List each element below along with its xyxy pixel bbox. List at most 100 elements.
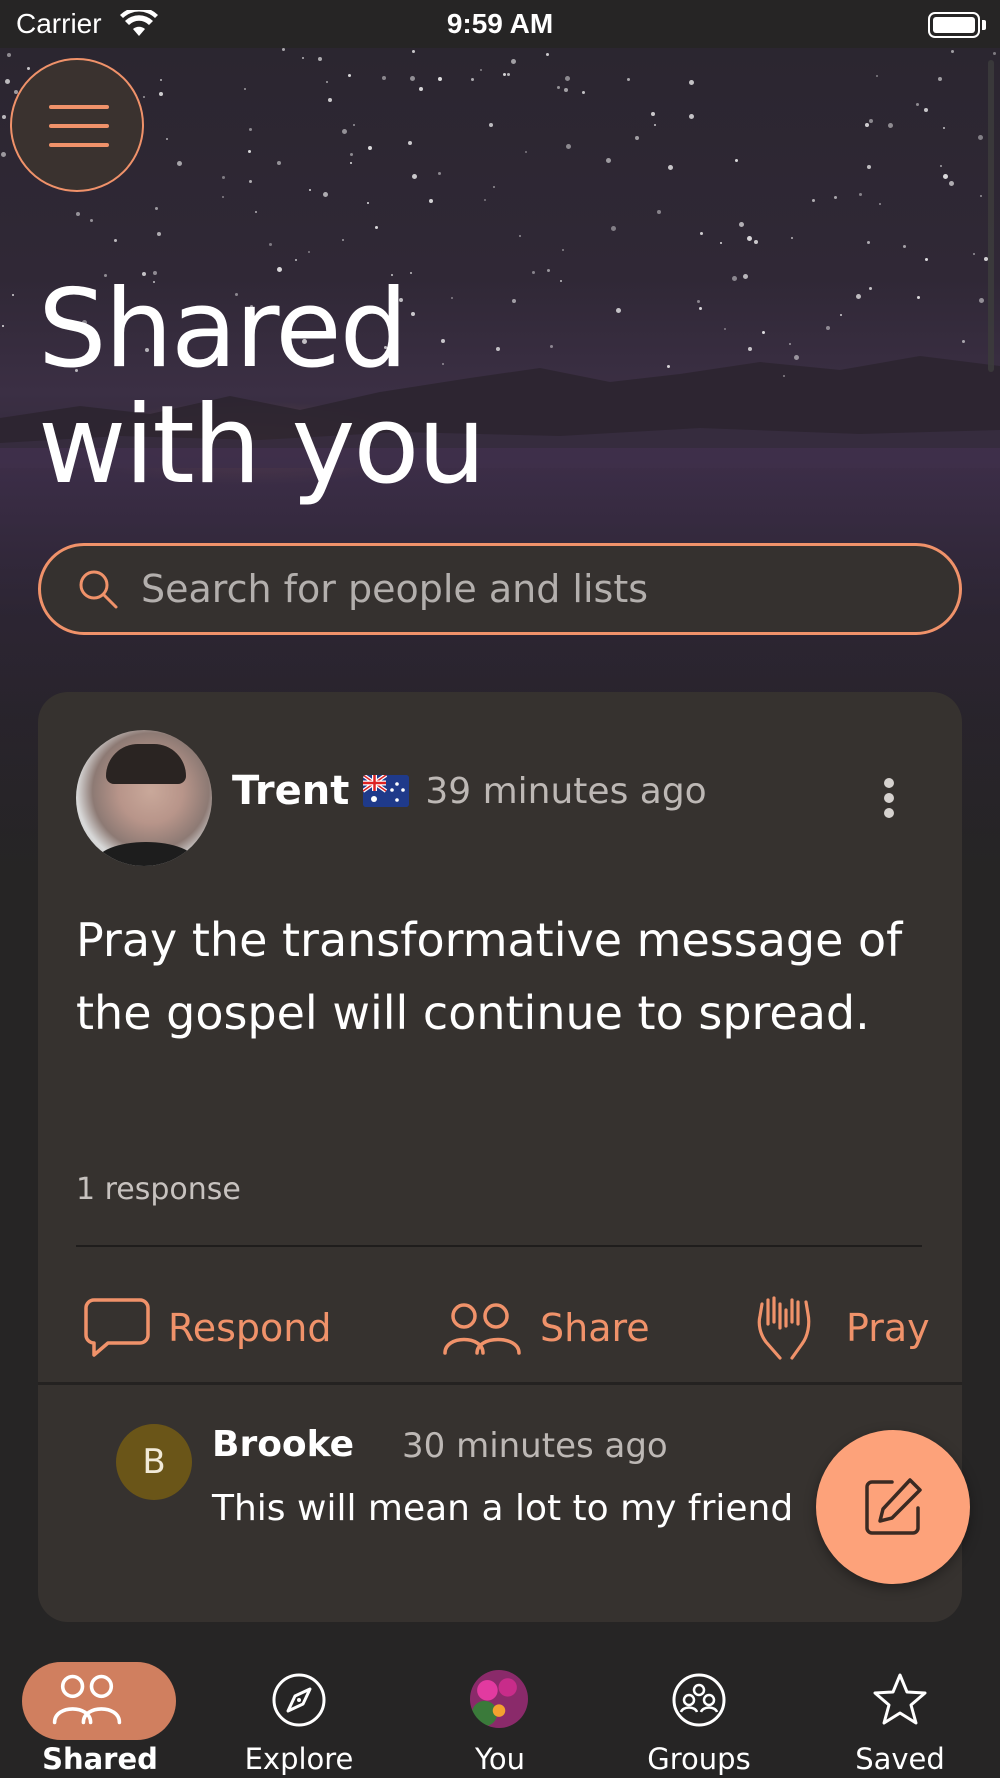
star (962, 340, 965, 343)
tab-saved[interactable]: Saved (820, 1642, 980, 1776)
star (249, 180, 252, 183)
tab-shared[interactable]: Shared (20, 1642, 180, 1776)
star (412, 174, 417, 179)
tab-groups-label: Groups (647, 1742, 751, 1776)
star (562, 249, 564, 251)
respond-button[interactable]: Respond (84, 1272, 331, 1384)
star (791, 237, 793, 239)
star (353, 124, 355, 126)
tab-you[interactable]: You (420, 1642, 580, 1776)
star (2, 325, 4, 327)
star (12, 294, 14, 296)
star (222, 196, 224, 198)
star (743, 274, 748, 279)
star (503, 73, 506, 76)
tab-groups[interactable]: Groups (619, 1642, 779, 1776)
reply-avatar[interactable]: B (116, 1424, 192, 1500)
page-title: Shared with you (38, 272, 738, 504)
card-divider (38, 1382, 962, 1385)
compose-button[interactable] (816, 1430, 970, 1584)
star (747, 236, 752, 241)
response-count[interactable]: 1 response (76, 1172, 241, 1207)
praying-hands-icon (757, 1296, 811, 1360)
star (783, 375, 785, 377)
search-input[interactable] (141, 567, 921, 611)
star (834, 196, 837, 199)
star (419, 87, 423, 91)
star (255, 211, 257, 213)
battery-icon (928, 12, 980, 38)
hamburger-menu-icon (49, 105, 109, 147)
share-label: Share (540, 1306, 650, 1350)
star (856, 294, 861, 299)
tab-shared-label: Shared (42, 1742, 158, 1776)
more-options-icon[interactable] (884, 778, 896, 820)
star (438, 172, 441, 175)
author-avatar[interactable] (76, 730, 212, 866)
star (2, 115, 6, 119)
star (308, 251, 310, 253)
australia-flag-icon (363, 775, 410, 807)
star (689, 80, 694, 85)
star (295, 259, 297, 261)
speech-bubble-icon (84, 1298, 150, 1357)
reply-author[interactable]: Brooke (212, 1424, 354, 1465)
star (826, 326, 830, 330)
star (177, 161, 182, 166)
search-icon (79, 570, 118, 609)
tab-saved-label: Saved (855, 1742, 945, 1776)
menu-button[interactable] (10, 58, 144, 192)
star (739, 222, 744, 227)
share-button[interactable]: Share (442, 1272, 650, 1384)
star (318, 57, 322, 61)
star (748, 347, 752, 351)
star (582, 91, 585, 94)
scroll-indicator[interactable] (988, 60, 994, 372)
star (973, 253, 975, 255)
star (869, 119, 873, 123)
star (794, 355, 799, 360)
tab-explore[interactable]: Explore (219, 1642, 379, 1776)
star (7, 53, 11, 57)
tab-bar: Shared Explore You Groups Saved (0, 1622, 1000, 1778)
star (980, 195, 982, 197)
star (879, 203, 881, 205)
star (302, 57, 304, 59)
star (382, 76, 386, 80)
star (903, 245, 906, 248)
star (564, 88, 568, 92)
star (429, 199, 433, 203)
compose-icon (865, 1478, 922, 1535)
star (720, 242, 722, 244)
star (269, 243, 272, 246)
battery-tip (982, 20, 986, 30)
tab-explore-label: Explore (244, 1742, 354, 1776)
star (342, 129, 347, 134)
star (222, 176, 225, 179)
search-bar[interactable] (38, 543, 962, 635)
star (90, 219, 93, 222)
star (5, 79, 10, 84)
star (76, 212, 80, 216)
star (471, 78, 474, 81)
star (865, 123, 869, 127)
people-icon (443, 1303, 521, 1355)
author-name[interactable]: Trent (232, 768, 349, 814)
star (348, 74, 351, 77)
star (143, 96, 145, 98)
post-text: Pray the transformative message of the g… (76, 913, 903, 1040)
star (507, 73, 510, 76)
star (951, 50, 954, 53)
star (888, 123, 893, 128)
app-screen: Carrier 9:59 AM Shared with you Trent (0, 0, 1000, 1778)
star (635, 136, 639, 140)
star (350, 153, 353, 156)
star (789, 343, 791, 345)
groups-icon (672, 1673, 726, 1727)
star-icon (873, 1673, 927, 1725)
user-avatar (470, 1670, 528, 1728)
page-title-line-2: with you (38, 383, 486, 508)
star (484, 199, 486, 201)
pray-button[interactable]: Pray (752, 1272, 930, 1384)
status-bar: Carrier 9:59 AM (0, 0, 1000, 48)
